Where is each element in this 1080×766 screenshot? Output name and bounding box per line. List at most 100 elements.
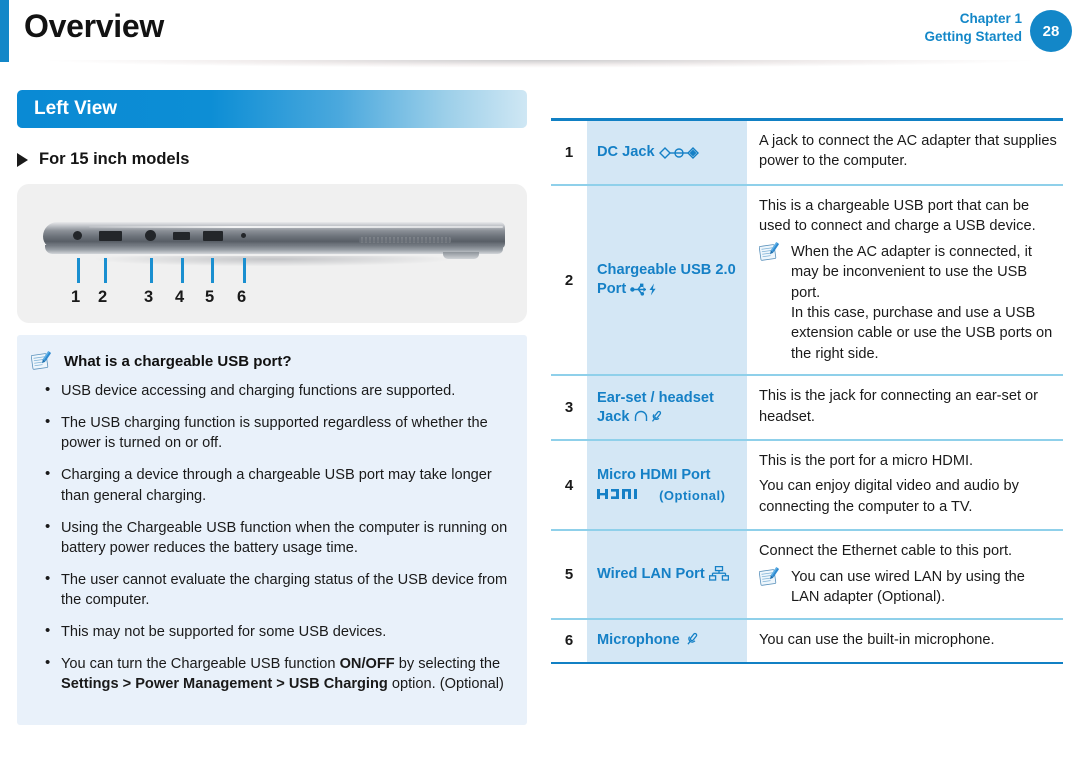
note-pen-icon: [31, 351, 51, 370]
table-bottom-rule: [551, 662, 1063, 665]
row-number: 6: [551, 617, 587, 663]
row-description: This is the port for a micro HDMI.: [759, 453, 974, 470]
list-item: The user cannot evaluate the charging st…: [31, 569, 509, 610]
table-row: 4 Micro HDMI Port (Optional) This is the…: [551, 439, 1063, 530]
laptop-left-side-diagram: 1 2 3 4 5 6: [17, 184, 527, 323]
row-description-cell: This is a chargeable USB port that can b…: [747, 183, 1063, 375]
callout-number-2: 2: [98, 288, 108, 306]
subheading-row: For 15 inch models: [17, 150, 527, 169]
callout-number-1: 1: [71, 288, 81, 306]
row-label-suffix: (Optional): [659, 487, 726, 503]
headset-jack-icon: [634, 410, 661, 422]
note-bullet-list: USB device accessing and charging functi…: [31, 380, 509, 695]
section-header-bar: Left View: [17, 90, 527, 128]
note-pen-icon: [759, 566, 779, 586]
row-number: 4: [551, 439, 587, 530]
header-accent-bar: [0, 0, 9, 62]
note-pen-icon: [759, 241, 779, 261]
row-description-cell: You can use the built-in microphone.: [747, 617, 1063, 663]
row-label-cell: Micro HDMI Port (Optional): [587, 439, 747, 530]
triangle-bullet-icon: [17, 152, 28, 167]
header-divider-shadow: [9, 60, 1071, 70]
port-description-table: 1 DC Jack A jack to connect the AC adapt…: [551, 118, 1063, 665]
manual-page: Overview Chapter 1 Getting Started 28 Le…: [0, 0, 1080, 766]
port-wired-lan: [203, 231, 223, 241]
table-row: 2 Chargeable USB 2.0 Port This is a char…: [551, 183, 1063, 375]
note-title: What is a chargeable USB port?: [64, 353, 292, 370]
row-number: 2: [551, 183, 587, 375]
lan-port-icon: [708, 565, 729, 581]
laptop-base: [45, 245, 503, 254]
row-label: Micro HDMI Port: [597, 466, 711, 483]
row-label-cell: DC Jack: [587, 121, 747, 184]
section-title: Left View: [34, 98, 118, 119]
row-description-secondary: You can enjoy digital video and audio by…: [759, 478, 1019, 515]
hdmi-logo-icon: [597, 488, 637, 499]
port-micro-hdmi: [173, 232, 190, 240]
callout-line-6: [243, 258, 246, 283]
list-item: USB device accessing and charging functi…: [31, 380, 509, 401]
usb-charging-icon: [630, 283, 656, 296]
row-label: DC Jack: [597, 143, 655, 160]
callout-line-4: [181, 258, 184, 283]
callout-line-2: [104, 258, 107, 283]
port-usb: [99, 231, 122, 241]
port-headset-jack: [145, 230, 156, 241]
dc-jack-icon: [658, 146, 699, 159]
port-dc-jack: [73, 231, 82, 240]
row-note-text: When the AC adapter is connected, it may…: [791, 243, 1053, 362]
table-row: 5 Wired LAN Port Connect the Ethernet ca…: [551, 529, 1063, 618]
header-chapter-label: Chapter 1: [959, 11, 1022, 26]
microphone-icon: [687, 633, 698, 645]
row-number: 3: [551, 374, 587, 440]
note-header: What is a chargeable USB port?: [31, 351, 509, 372]
row-description: Connect the Ethernet cable to this port.: [759, 543, 1013, 560]
laptop-foot: [443, 252, 479, 259]
page-header: Overview Chapter 1 Getting Started 28: [0, 0, 1080, 70]
chargeable-usb-note-panel: What is a chargeable USB port? USB devic…: [17, 335, 527, 725]
callout-number-5: 5: [205, 288, 215, 306]
row-label-cell: Chargeable USB 2.0 Port: [587, 183, 747, 375]
port-microphone: [241, 233, 246, 238]
list-item: You can turn the Chargeable USB function…: [31, 653, 509, 694]
row-description: A jack to connect the AC adapter that su…: [759, 133, 1057, 170]
callout-number-3: 3: [144, 288, 154, 306]
page-number-badge: 28: [1030, 10, 1072, 52]
callout-number-6: 6: [237, 288, 247, 306]
header-chapter-subtitle: Getting Started: [924, 29, 1022, 45]
callout-number-4: 4: [175, 288, 185, 306]
laptop-lid-seam: [89, 226, 503, 228]
row-description: This is a chargeable USB port that can b…: [759, 197, 1036, 235]
row-label-cell: Wired LAN Port: [587, 529, 747, 618]
table-row: 1 DC Jack A jack to connect the AC adapt…: [551, 121, 1063, 184]
row-note: You can use wired LAN by using the LAN a…: [759, 566, 1057, 608]
row-note: When the AC adapter is connected, it may…: [759, 241, 1057, 365]
callout-line-5: [211, 258, 214, 283]
callout-line-3: [150, 258, 153, 283]
page-title: Overview: [24, 8, 164, 44]
table-row: 6 Microphone You can use the built-in mi…: [551, 617, 1063, 663]
row-label-cell: Microphone: [587, 617, 747, 663]
row-label: Microphone: [597, 632, 680, 649]
row-description-cell: Connect the Ethernet cable to this port.: [747, 529, 1063, 618]
row-description: This is the jack for connecting an ear-s…: [759, 388, 1039, 425]
row-number: 1: [551, 121, 587, 184]
list-item: Charging a device through a chargeable U…: [31, 464, 509, 505]
row-description-cell: This is the port for a micro HDMI. You c…: [747, 439, 1063, 530]
callout-line-1: [77, 258, 80, 283]
laptop-body: [43, 222, 505, 259]
list-item: This may not be supported for some USB d…: [31, 621, 509, 642]
row-description-cell: A jack to connect the AC adapter that su…: [747, 121, 1063, 184]
row-description: You can use the built-in microphone.: [759, 631, 995, 648]
list-item: Using the Chargeable USB function when t…: [31, 517, 509, 558]
row-number: 5: [551, 529, 587, 618]
subheading-label: For 15 inch models: [39, 150, 190, 168]
header-chapter-block: Chapter 1 Getting Started: [924, 10, 1022, 46]
row-label-cell: Ear-set / headset Jack: [587, 374, 747, 440]
left-column: Left View For 15 inch models 1 2 3 4 5 6…: [17, 90, 527, 725]
row-label: Chargeable USB 2.0 Port: [597, 262, 736, 298]
row-note-text: You can use wired LAN by using the LAN a…: [791, 568, 1025, 606]
table-row: 3 Ear-set / headset Jack This is the jac…: [551, 374, 1063, 440]
row-label: Wired LAN Port: [597, 565, 705, 582]
list-item: The USB charging function is supported r…: [31, 412, 509, 453]
